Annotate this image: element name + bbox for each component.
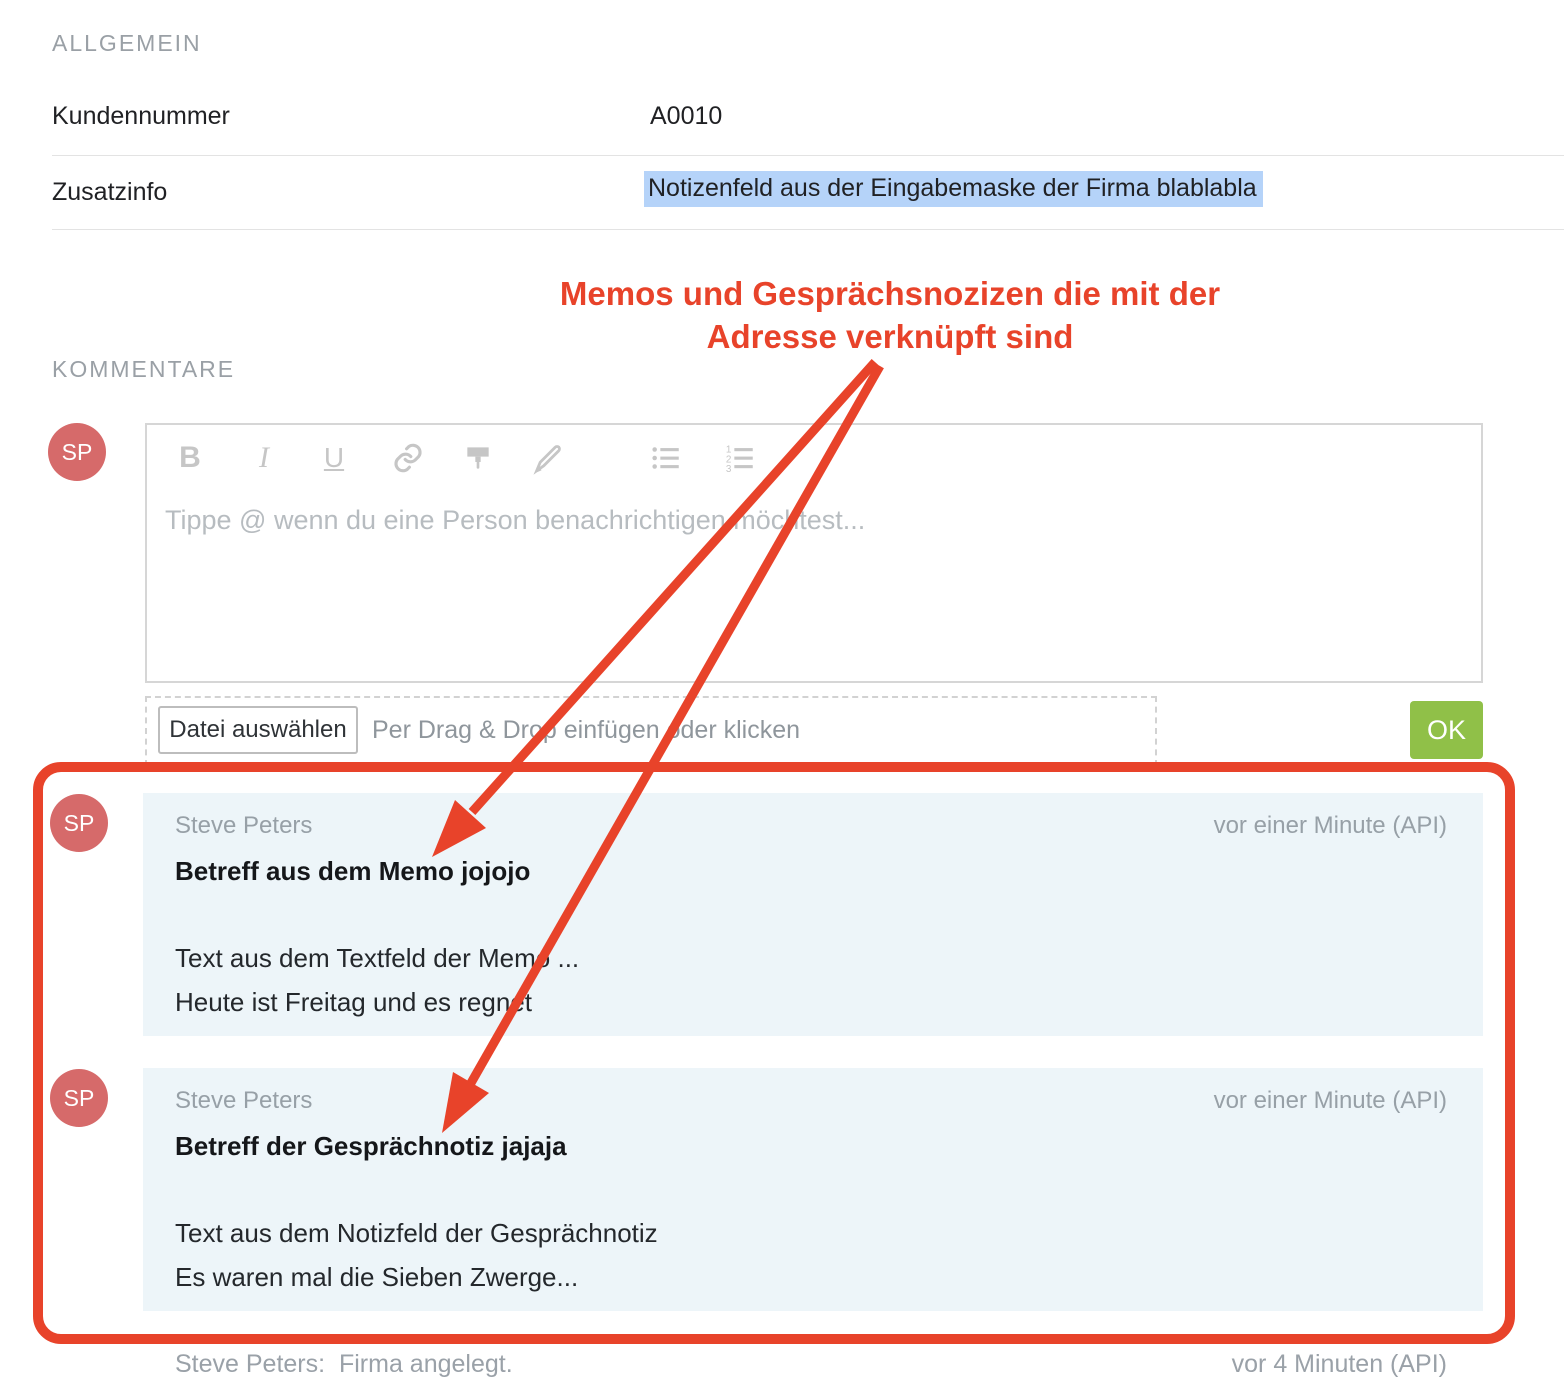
comment-input[interactable]: Tippe @ wenn du eine Person benachrichti… (165, 505, 1455, 665)
comment-timestamp: vor einer Minute (API) (1213, 812, 1447, 839)
activity-timestamp: vor 4 Minuten (API) (1231, 1350, 1447, 1378)
editor-avatar-initials: SP (61, 438, 93, 465)
comment-card-gespraechnotiz: Steve Peters vor einer Minute (API) Betr… (143, 1068, 1483, 1311)
comment-author: Steve Peters (175, 812, 313, 839)
underline-button[interactable]: U (316, 438, 352, 478)
comment-body-line: Text aus dem Textfeld der Memo ... (175, 943, 580, 973)
annotation-note-line2: Adresse verknüpft sind (706, 318, 1074, 355)
field-label-zusatzinfo: Zusatzinfo (52, 178, 168, 206)
format-brush-button[interactable] (460, 438, 496, 478)
section-title-allgemein: ALLGEMEIN (52, 30, 202, 56)
italic-button[interactable]: I (246, 438, 282, 478)
section-title-kommentare: KOMMENTARE (52, 356, 236, 382)
comment-body: Text aus dem Textfeld der Memo ... Heute… (175, 936, 579, 1024)
comment-card-memo: Steve Peters vor einer Minute (API) Betr… (143, 793, 1483, 1036)
selected-text-highlight: Notizenfeld aus der Eingabemaske der Fir… (644, 171, 1263, 207)
bullet-list-button[interactable] (648, 438, 684, 478)
comment-avatar: SP (50, 794, 108, 852)
activity-author: Steve Peters: (175, 1350, 326, 1378)
comment-body-line: Es waren mal die Sieben Zwerge... (175, 1262, 579, 1292)
comment-avatar-initials: SP (63, 809, 95, 836)
divider (52, 229, 1564, 230)
comment-input-placeholder: Tippe @ wenn du eine Person benachrichti… (165, 505, 866, 535)
numbered-list-icon: 1 2 3 (726, 444, 753, 475)
format-brush-icon (467, 447, 489, 469)
bold-icon: B (179, 441, 201, 474)
ok-button-label: OK (1426, 714, 1466, 745)
highlighter-icon (533, 445, 561, 475)
divider (52, 155, 1564, 156)
file-select-label: Datei auswählen (169, 716, 347, 743)
comment-avatar: SP (50, 1069, 108, 1127)
field-value-zusatzinfo: Notizenfeld aus der Eingabemaske der Fir… (644, 171, 1263, 207)
file-select-button[interactable]: Datei auswählen (158, 706, 358, 754)
highlighter-button[interactable] (530, 438, 566, 478)
dropzone-hint: Per Drag & Drop einfügen oder klicken (372, 716, 801, 744)
comment-title: Betreff aus dem Memo jojojo (175, 856, 531, 886)
svg-text:3: 3 (726, 464, 732, 475)
comment-title: Betreff der Gesprächnotiz jajaja (175, 1131, 567, 1161)
field-label-kundennummer: Kundennummer (52, 102, 230, 130)
comment-timestamp: vor einer Minute (API) (1213, 1087, 1447, 1114)
comment-body-line: Text aus dem Notizfeld der Gesprächnotiz (175, 1218, 658, 1248)
numbered-list-button[interactable]: 1 2 3 (722, 438, 758, 478)
ok-button[interactable]: OK (1410, 701, 1483, 759)
bold-button[interactable]: B (172, 438, 208, 478)
italic-icon: I (259, 441, 269, 474)
activity-entry: Steve Peters: Firma angelegt. (175, 1350, 513, 1379)
activity-action: Firma angelegt. (338, 1350, 513, 1378)
annotation-note-line1: Memos und Gesprächsnozizen die mit der (559, 275, 1221, 312)
link-button[interactable] (390, 438, 426, 478)
link-icon (394, 443, 422, 473)
comment-body: Text aus dem Notizfeld der Gesprächnotiz… (175, 1211, 658, 1299)
page: ALLGEMEIN Kundennummer A0010 Zusatzinfo … (0, 0, 1564, 1392)
field-value-kundennummer: A0010 (650, 102, 723, 130)
comment-author: Steve Peters (175, 1087, 313, 1114)
editor-avatar: SP (48, 423, 106, 481)
bullet-list-icon (652, 447, 679, 469)
comment-body-line: Heute ist Freitag und es regnet (175, 987, 532, 1017)
annotation-note: Memos und Gesprächsnozizen die mit der A… (380, 272, 1400, 358)
comment-avatar-initials: SP (63, 1084, 95, 1111)
underline-icon: U (323, 442, 345, 473)
